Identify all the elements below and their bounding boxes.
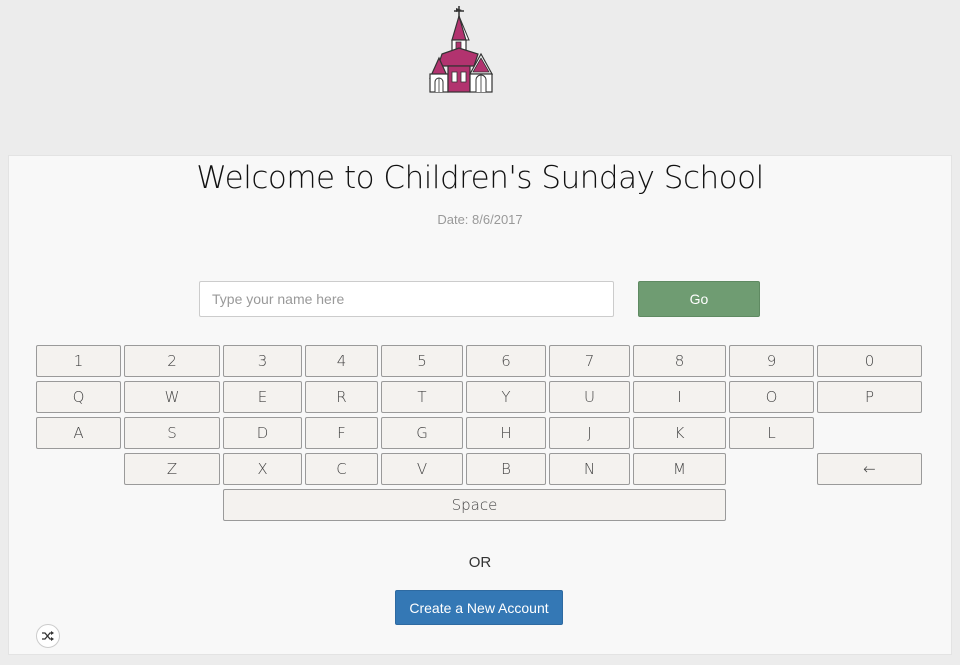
key-l[interactable]: L bbox=[729, 417, 814, 449]
or-separator: OR bbox=[468, 554, 492, 571]
key-m[interactable]: M bbox=[633, 453, 726, 485]
go-button[interactable]: Go bbox=[638, 281, 760, 317]
key-0[interactable]: 0 bbox=[817, 345, 922, 377]
key-w[interactable]: W bbox=[124, 381, 220, 413]
key-u[interactable]: U bbox=[549, 381, 630, 413]
key-4[interactable]: 4 bbox=[305, 345, 378, 377]
key-n[interactable]: N bbox=[549, 453, 630, 485]
key-e[interactable]: E bbox=[223, 381, 302, 413]
create-account-button[interactable]: Create a New Account bbox=[395, 590, 563, 625]
key-j[interactable]: J bbox=[549, 417, 630, 449]
key-i[interactable]: I bbox=[633, 381, 726, 413]
church-icon bbox=[429, 6, 494, 93]
key-h[interactable]: H bbox=[466, 417, 546, 449]
key-b[interactable]: B bbox=[466, 453, 546, 485]
shuffle-button[interactable] bbox=[36, 624, 60, 648]
key-a[interactable]: A bbox=[36, 417, 121, 449]
key-d[interactable]: D bbox=[223, 417, 302, 449]
key-1[interactable]: 1 bbox=[36, 345, 121, 377]
key-8[interactable]: 8 bbox=[633, 345, 726, 377]
key-space[interactable]: Space bbox=[223, 489, 726, 521]
key-t[interactable]: T bbox=[381, 381, 463, 413]
key-x[interactable]: X bbox=[223, 453, 302, 485]
key-6[interactable]: 6 bbox=[466, 345, 546, 377]
date-label: Date: 8/6/2017 bbox=[437, 212, 523, 227]
key-backspace[interactable]: ← bbox=[817, 453, 922, 485]
key-o[interactable]: O bbox=[729, 381, 814, 413]
page-title: Welcome to Children's Sunday School bbox=[196, 160, 764, 196]
key-7[interactable]: 7 bbox=[549, 345, 630, 377]
key-s[interactable]: S bbox=[124, 417, 220, 449]
key-c[interactable]: C bbox=[305, 453, 378, 485]
key-f[interactable]: F bbox=[305, 417, 378, 449]
key-r[interactable]: R bbox=[305, 381, 378, 413]
key-2[interactable]: 2 bbox=[124, 345, 220, 377]
key-q[interactable]: Q bbox=[36, 381, 121, 413]
key-z[interactable]: Z bbox=[124, 453, 220, 485]
key-v[interactable]: V bbox=[381, 453, 463, 485]
key-9[interactable]: 9 bbox=[729, 345, 814, 377]
key-k[interactable]: K bbox=[633, 417, 726, 449]
key-p[interactable]: P bbox=[817, 381, 922, 413]
name-input[interactable] bbox=[199, 281, 614, 317]
key-g[interactable]: G bbox=[381, 417, 463, 449]
church-logo bbox=[426, 4, 496, 94]
key-5[interactable]: 5 bbox=[381, 345, 463, 377]
key-y[interactable]: Y bbox=[466, 381, 546, 413]
shuffle-icon bbox=[42, 631, 54, 641]
key-3[interactable]: 3 bbox=[223, 345, 302, 377]
